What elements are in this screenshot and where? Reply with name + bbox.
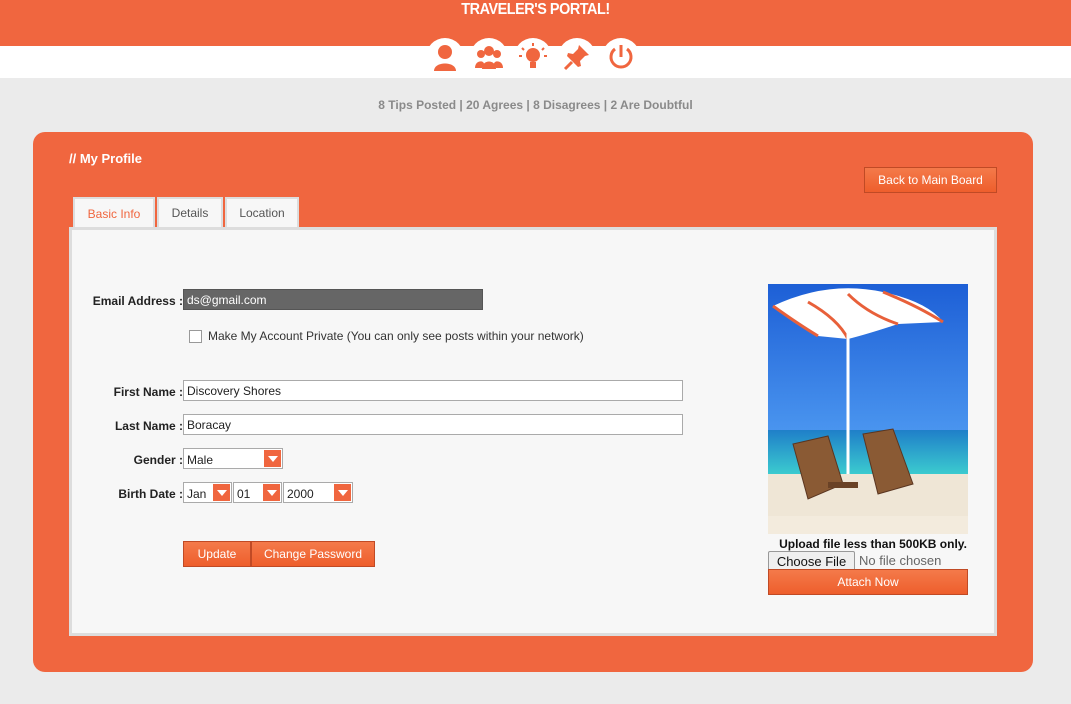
update-button[interactable]: Update <box>183 541 251 567</box>
birth-year-select[interactable]: 2000 <box>283 482 353 503</box>
profile-panel: // My Profile Back to Main Board Basic I… <box>33 132 1033 672</box>
chevron-down-icon <box>263 484 280 501</box>
tab-content: Email Address : ds@gmail.com Make My Acc… <box>69 227 997 636</box>
tab-location[interactable]: Location <box>225 197 299 227</box>
chevron-down-icon <box>334 484 351 501</box>
group-icon[interactable] <box>470 38 508 76</box>
birth-day-select[interactable]: 01 <box>233 482 282 503</box>
profile-icon[interactable] <box>426 38 464 76</box>
private-account-option: Make My Account Private (You can only se… <box>189 329 584 343</box>
last-name-field[interactable]: Boracay <box>183 414 683 435</box>
user-stats: 8 Tips Posted | 20 Agrees | 8 Disagrees … <box>378 98 693 112</box>
birth-date-label: Birth Date : <box>118 487 183 501</box>
tab-basic-info[interactable]: Basic Info <box>73 197 155 229</box>
upload-note: Upload file less than 500KB only. <box>779 537 967 551</box>
attach-now-button[interactable]: Attach Now <box>768 569 968 595</box>
power-icon[interactable] <box>602 38 640 76</box>
lightbulb-icon[interactable] <box>514 38 552 76</box>
email-label: Email Address : <box>92 294 183 308</box>
last-name-label: Last Name : <box>114 419 183 433</box>
profile-photo <box>768 284 968 534</box>
birth-day-value: 01 <box>237 487 251 501</box>
first-name-label: First Name : <box>113 385 183 399</box>
gender-label: Gender : <box>133 453 183 467</box>
pin-icon[interactable] <box>558 38 596 76</box>
chevron-down-icon <box>264 450 281 467</box>
tab-details[interactable]: Details <box>157 197 223 227</box>
nav-icons <box>426 38 646 76</box>
email-field[interactable]: ds@gmail.com <box>183 289 483 310</box>
birth-month-select[interactable]: Jan <box>183 482 232 503</box>
private-account-label: Make My Account Private (You can only se… <box>208 329 584 343</box>
first-name-field[interactable]: Discovery Shores <box>183 380 683 401</box>
file-status: No file chosen <box>859 553 942 568</box>
back-to-main-board-button[interactable]: Back to Main Board <box>864 167 997 193</box>
change-password-button[interactable]: Change Password <box>251 541 375 567</box>
private-account-checkbox[interactable] <box>189 329 202 343</box>
chevron-down-icon <box>213 484 230 501</box>
birth-year-value: 2000 <box>287 487 314 501</box>
birth-month-value: Jan <box>187 487 207 501</box>
site-title: TRAVELER'S PORTAL! <box>461 1 610 18</box>
gender-select[interactable]: Male <box>183 448 283 469</box>
panel-title: // My Profile <box>69 151 142 166</box>
gender-value: Male <box>187 453 214 467</box>
